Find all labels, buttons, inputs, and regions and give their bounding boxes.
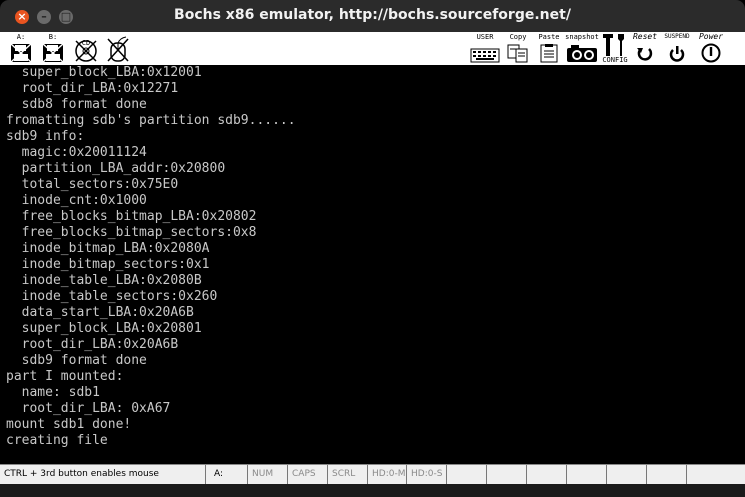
terminal-line: data_start_LBA:0x20A6B (6, 305, 194, 320)
terminal-line: sdb9 format done (6, 353, 147, 368)
cdrom-icon (75, 40, 97, 62)
reset-icon (637, 48, 653, 61)
terminal-line: super_block_LBA:0x12001 (6, 65, 202, 80)
terminal-line: inode_table_LBA:0x2080B (6, 273, 202, 288)
copy-button[interactable]: Copy (505, 33, 531, 64)
terminal-line: inode_cnt:0x1000 (6, 193, 147, 208)
mouse-hint: CTRL + 3rd button enables mouse (0, 465, 206, 484)
status-slot-6 (647, 465, 687, 484)
terminal-line: super_block_LBA:0x20801 (6, 321, 202, 336)
paste-icon (540, 44, 558, 63)
suspend-label: SUSPEND (664, 33, 690, 40)
user-button[interactable]: USER (469, 33, 501, 64)
status-slot-5 (607, 465, 647, 484)
emulator-screen[interactable]: super_block_LBA:0x12001 root_dir_LBA:0x1… (0, 65, 745, 463)
terminal-line: name: sdb1 (6, 385, 100, 400)
terminal-line: partition_LBA_addr:0x20800 (6, 161, 226, 176)
reset-button[interactable]: Reset (630, 33, 660, 64)
terminal-line: root_dir_LBA: 0xA67 (6, 401, 171, 416)
terminal-line: fromatting sdb's partition sdb9...... (6, 113, 296, 128)
status-scrl: SCRL (328, 465, 368, 484)
terminal-line: inode_bitmap_sectors:0x1 (6, 257, 210, 272)
snapshot-label: snapshot (565, 33, 599, 41)
terminal-line: part I mounted: (6, 369, 124, 384)
floppy-a-button[interactable]: A: (8, 33, 34, 64)
status-hd0-slave: HD:0-S (407, 465, 447, 484)
copy-label: Copy (509, 33, 527, 41)
status-bar: CTRL + 3rd button enables mouse A: NUM C… (0, 464, 745, 484)
power-label: Power (698, 32, 724, 41)
terminal-line: root_dir_LBA:0x20A6B (6, 337, 179, 352)
floppy-disk-icon (42, 43, 64, 63)
status-slot-4 (567, 465, 607, 484)
status-slot-1 (447, 465, 487, 484)
window-title: Bochs x86 emulator, http://bochs.sourcef… (174, 7, 571, 23)
floppy-a-label: A: (16, 33, 26, 41)
suspend-icon (669, 46, 685, 62)
window-titlebar[interactable]: × – □ Bochs x86 emulator, http://bochs.s… (0, 0, 745, 32)
terminal-line: free_blocks_bitmap_sectors:0x8 (6, 225, 257, 240)
floppy-disk-icon (10, 43, 32, 63)
keyboard-icon (470, 48, 500, 63)
paste-label: Paste (538, 33, 560, 41)
cdrom-button[interactable]: CD (72, 33, 100, 64)
terminal-line: sdb9 info: (6, 129, 85, 144)
terminal-output: super_block_LBA:0x12001 root_dir_LBA:0x1… (6, 65, 296, 449)
floppy-b-button[interactable]: B: (40, 33, 66, 64)
config-button[interactable]: CONFIG (600, 33, 630, 64)
floppy-b-label: B: (48, 33, 58, 41)
user-label: USER (476, 33, 494, 41)
terminal-line: creating file (6, 433, 108, 448)
status-num: NUM (248, 465, 288, 484)
power-icon (701, 43, 721, 63)
status-slot-2 (487, 465, 527, 484)
mouse-button[interactable] (104, 33, 132, 64)
status-hd0-master: HD:0-M (368, 465, 407, 484)
snapshot-button[interactable]: snapshot (565, 33, 599, 64)
terminal-line: free_blocks_bitmap_LBA:0x20802 (6, 209, 257, 224)
terminal-line: inode_bitmap_LBA:0x2080A (6, 241, 210, 256)
window-bottom-edge (0, 484, 745, 497)
config-tools-icon (603, 34, 624, 56)
terminal-line: magic:0x20011124 (6, 145, 147, 160)
copy-icon (507, 44, 528, 63)
status-caps: CAPS (288, 465, 328, 484)
bochs-toolbar: A: B: CD USER Copy Paste snapshot CONFIG… (0, 32, 745, 66)
terminal-line: mount sdb1 done! (6, 417, 132, 432)
terminal-line: sdb8 format done (6, 97, 147, 112)
config-label: CONFIG (602, 56, 628, 64)
suspend-button[interactable]: SUSPEND (660, 33, 694, 64)
power-button[interactable]: Power (694, 33, 728, 64)
status-slot-3 (527, 465, 567, 484)
mouse-icon (107, 36, 129, 62)
reset-label: Reset (632, 32, 658, 41)
paste-button[interactable]: Paste (535, 33, 563, 64)
terminal-line: total_sectors:0x75E0 (6, 177, 179, 192)
status-drive: A: (210, 465, 248, 484)
terminal-line: root_dir_LBA:0x12271 (6, 81, 179, 96)
camera-icon (567, 45, 597, 62)
terminal-line: inode_table_sectors:0x260 (6, 289, 218, 304)
